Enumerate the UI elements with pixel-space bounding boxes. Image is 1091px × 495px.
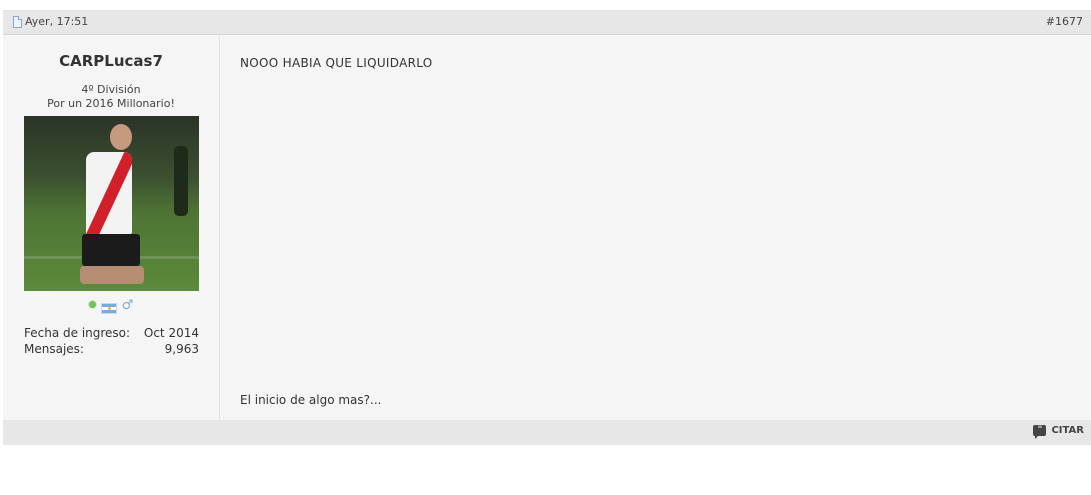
argentina-flag-icon	[100, 303, 117, 314]
user-title: 4º División Por un 2016 Millonario!	[3, 83, 219, 111]
stat-label: Fecha de ingreso:	[24, 326, 131, 340]
avatar[interactable]	[24, 116, 199, 291]
background-player	[174, 146, 188, 216]
stat-value: 9,963	[164, 342, 199, 356]
player-head	[110, 124, 132, 150]
post-footer: " CITAR	[3, 420, 1091, 445]
post-body: NOOO HABIA QUE LIQUIDARLO El inicio de a…	[240, 35, 1080, 420]
user-custom-title: Por un 2016 Millonario!	[47, 97, 175, 110]
user-rank: 4º División	[81, 83, 141, 96]
stat-row-posts: Mensajes: 9,963	[24, 341, 199, 357]
document-icon	[13, 15, 22, 28]
post-header: Ayer, 17:51 #1677	[3, 11, 1091, 35]
post-date: Ayer, 17:51	[13, 15, 88, 28]
quote-label: CITAR	[1051, 425, 1084, 436]
player-shirt	[86, 152, 132, 234]
user-stats: Fecha de ingreso: Oct 2014 Mensajes: 9,9…	[24, 325, 199, 357]
stat-label: Mensajes:	[24, 342, 84, 356]
user-status-icons: ♂	[3, 299, 219, 314]
user-info-panel: CARPLucas7 4º División Por un 2016 Millo…	[3, 35, 220, 420]
player-legs	[80, 266, 144, 284]
stat-row-join-date: Fecha de ingreso: Oct 2014	[24, 325, 199, 341]
forum-post: Ayer, 17:51 #1677 CARPLucas7 4º División…	[3, 10, 1091, 445]
online-status-icon	[88, 300, 96, 308]
male-icon: ♂	[121, 297, 134, 313]
post-message: NOOO HABIA QUE LIQUIDARLO	[240, 56, 433, 70]
username-link[interactable]: CARPLucas7	[3, 52, 219, 70]
stat-value: Oct 2014	[143, 326, 199, 340]
user-signature: El inicio de algo mas?...	[240, 393, 382, 407]
post-date-text: Ayer, 17:51	[25, 15, 89, 28]
post-number-link[interactable]: #1677	[1046, 15, 1083, 28]
quote-button[interactable]: " CITAR	[1033, 425, 1084, 439]
quote-icon: "	[1033, 425, 1047, 439]
player-shorts	[82, 234, 140, 266]
